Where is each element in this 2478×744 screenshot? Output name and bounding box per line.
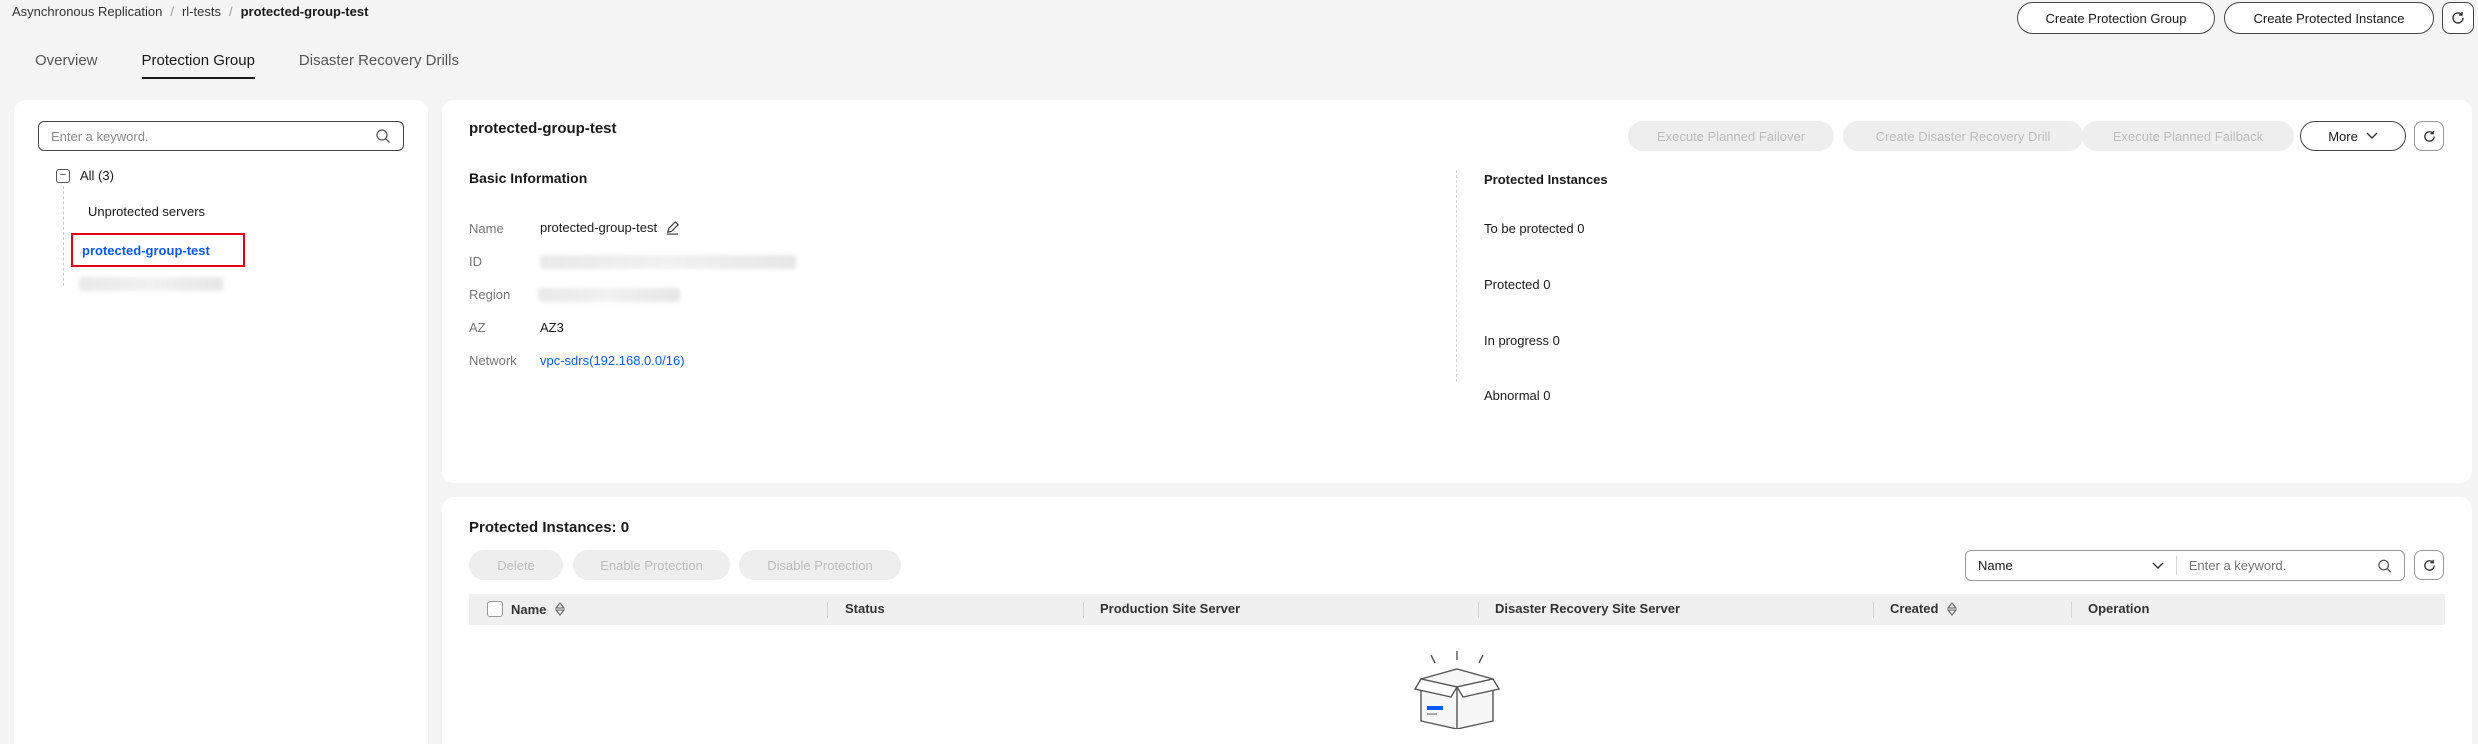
sidebar-panel: − All (3) Unprotected servers protected-… xyxy=(14,100,428,744)
tree-item-protected-group-test[interactable]: protected-group-test xyxy=(71,233,245,267)
edit-icon[interactable] xyxy=(665,220,680,235)
name-label: Name xyxy=(469,221,504,236)
instances-search-input[interactable] xyxy=(2176,558,2377,573)
az-label: AZ xyxy=(469,320,486,335)
breadcrumb-item-rl-tests[interactable]: rl-tests xyxy=(182,4,221,19)
tab-protection-group[interactable]: Protection Group xyxy=(141,52,256,79)
create-protected-instance-button[interactable]: Create Protected Instance xyxy=(2224,2,2434,34)
breadcrumb-separator: / xyxy=(170,4,174,19)
name-field: protected-group-test xyxy=(540,220,680,235)
column-created[interactable]: Created xyxy=(1890,601,1958,616)
instances-refresh-button[interactable] xyxy=(2414,550,2444,580)
refresh-icon xyxy=(2423,559,2435,571)
delete-button[interactable]: Delete xyxy=(469,550,563,580)
protected-instances-heading: Protected Instances xyxy=(1484,172,1608,187)
chevron-down-icon xyxy=(2152,562,2164,569)
detail-panel: protected-group-test Execute Planned Fai… xyxy=(442,100,2472,483)
select-all-checkbox[interactable] xyxy=(487,601,503,617)
refresh-icon xyxy=(2423,130,2435,142)
filter-select[interactable]: Name xyxy=(1966,556,2177,575)
create-protection-group-button[interactable]: Create Protection Group xyxy=(2017,2,2215,34)
chevron-down-icon xyxy=(2366,132,2378,139)
column-created-label: Created xyxy=(1890,601,1939,616)
redacted-id-value xyxy=(540,255,796,269)
detail-title: protected-group-test xyxy=(469,120,617,137)
refresh-button[interactable] xyxy=(2442,2,2474,34)
filter-select-value: Name xyxy=(1978,558,2013,573)
az-value: AZ3 xyxy=(540,320,564,335)
tab-bar: Overview Protection Group Disaster Recov… xyxy=(35,52,459,79)
refresh-icon xyxy=(2452,12,2464,24)
network-label: Network xyxy=(469,353,517,368)
stat-in-progress: In progress 0 xyxy=(1484,333,1560,348)
collapse-icon[interactable]: − xyxy=(56,168,70,183)
instances-title: Protected Instances: 0 xyxy=(469,519,630,536)
breadcrumb-separator: / xyxy=(228,4,233,19)
execute-planned-failback-button[interactable]: Execute Planned Failback xyxy=(2082,121,2294,151)
tree-guide-line xyxy=(63,186,64,286)
detail-refresh-button[interactable] xyxy=(2414,121,2444,151)
disable-protection-button[interactable]: Disable Protection xyxy=(739,550,901,580)
basic-info-heading: Basic Information xyxy=(469,170,588,186)
search-icon[interactable] xyxy=(2377,558,2392,574)
sidebar-search-input[interactable] xyxy=(51,128,375,144)
tree-item-label: protected-group-test xyxy=(82,242,210,258)
create-dr-drill-button[interactable]: Create Disaster Recovery Drill xyxy=(1843,121,2083,151)
enable-protection-button[interactable]: Enable Protection xyxy=(573,550,730,580)
instances-panel: Protected Instances: 0 Delete Enable Pro… xyxy=(442,497,2472,744)
column-production-site-server: Production Site Server xyxy=(1100,601,1241,616)
instances-search-bar: Name xyxy=(1965,550,2405,581)
breadcrumb: Asynchronous Replication / rl-tests / pr… xyxy=(12,4,368,19)
section-divider xyxy=(1456,170,1457,382)
stat-protected: Protected 0 xyxy=(1484,277,1551,292)
column-divider xyxy=(2071,602,2072,618)
column-divider xyxy=(827,602,828,618)
column-divider xyxy=(1083,602,1084,618)
search-icon[interactable] xyxy=(375,128,391,144)
redacted-region-value xyxy=(538,288,680,302)
redacted-tree-item xyxy=(79,277,223,291)
column-divider xyxy=(1478,602,1479,618)
stat-to-be-protected: To be protected 0 xyxy=(1484,221,1585,236)
more-button[interactable]: More xyxy=(2300,121,2406,151)
stat-abnormal: Abnormal 0 xyxy=(1484,388,1551,403)
sort-icon[interactable] xyxy=(1946,601,1958,616)
name-value: protected-group-test xyxy=(540,220,658,235)
empty-box-icon xyxy=(1413,651,1501,729)
tree-root[interactable]: − All (3) xyxy=(56,168,114,183)
execute-planned-failover-button[interactable]: Execute Planned Failover xyxy=(1628,121,1834,151)
sort-icon[interactable] xyxy=(554,602,566,616)
column-dr-site-server: Disaster Recovery Site Server xyxy=(1495,601,1681,616)
tree-item-unprotected-servers[interactable]: Unprotected servers xyxy=(88,204,205,219)
column-name[interactable]: Name xyxy=(487,601,566,617)
id-label: ID xyxy=(469,254,482,269)
column-operation: Operation xyxy=(2088,601,2150,616)
column-status: Status xyxy=(845,601,885,616)
tree-root-label: All (3) xyxy=(80,168,114,183)
more-button-label: More xyxy=(2328,128,2358,144)
column-divider xyxy=(1873,602,1874,618)
tab-disaster-recovery-drills[interactable]: Disaster Recovery Drills xyxy=(299,52,459,79)
table-header: Name Status Production Site Server Disas… xyxy=(469,594,2445,625)
breadcrumb-item-async-replication[interactable]: Asynchronous Replication xyxy=(12,4,162,19)
region-label: Region xyxy=(469,287,511,302)
tab-overview[interactable]: Overview xyxy=(35,52,98,79)
network-link[interactable]: vpc-sdrs(192.168.0.0/16) xyxy=(540,353,685,368)
breadcrumb-current: protected-group-test xyxy=(240,4,369,19)
column-name-label: Name xyxy=(511,601,547,617)
sidebar-search[interactable] xyxy=(38,121,404,151)
